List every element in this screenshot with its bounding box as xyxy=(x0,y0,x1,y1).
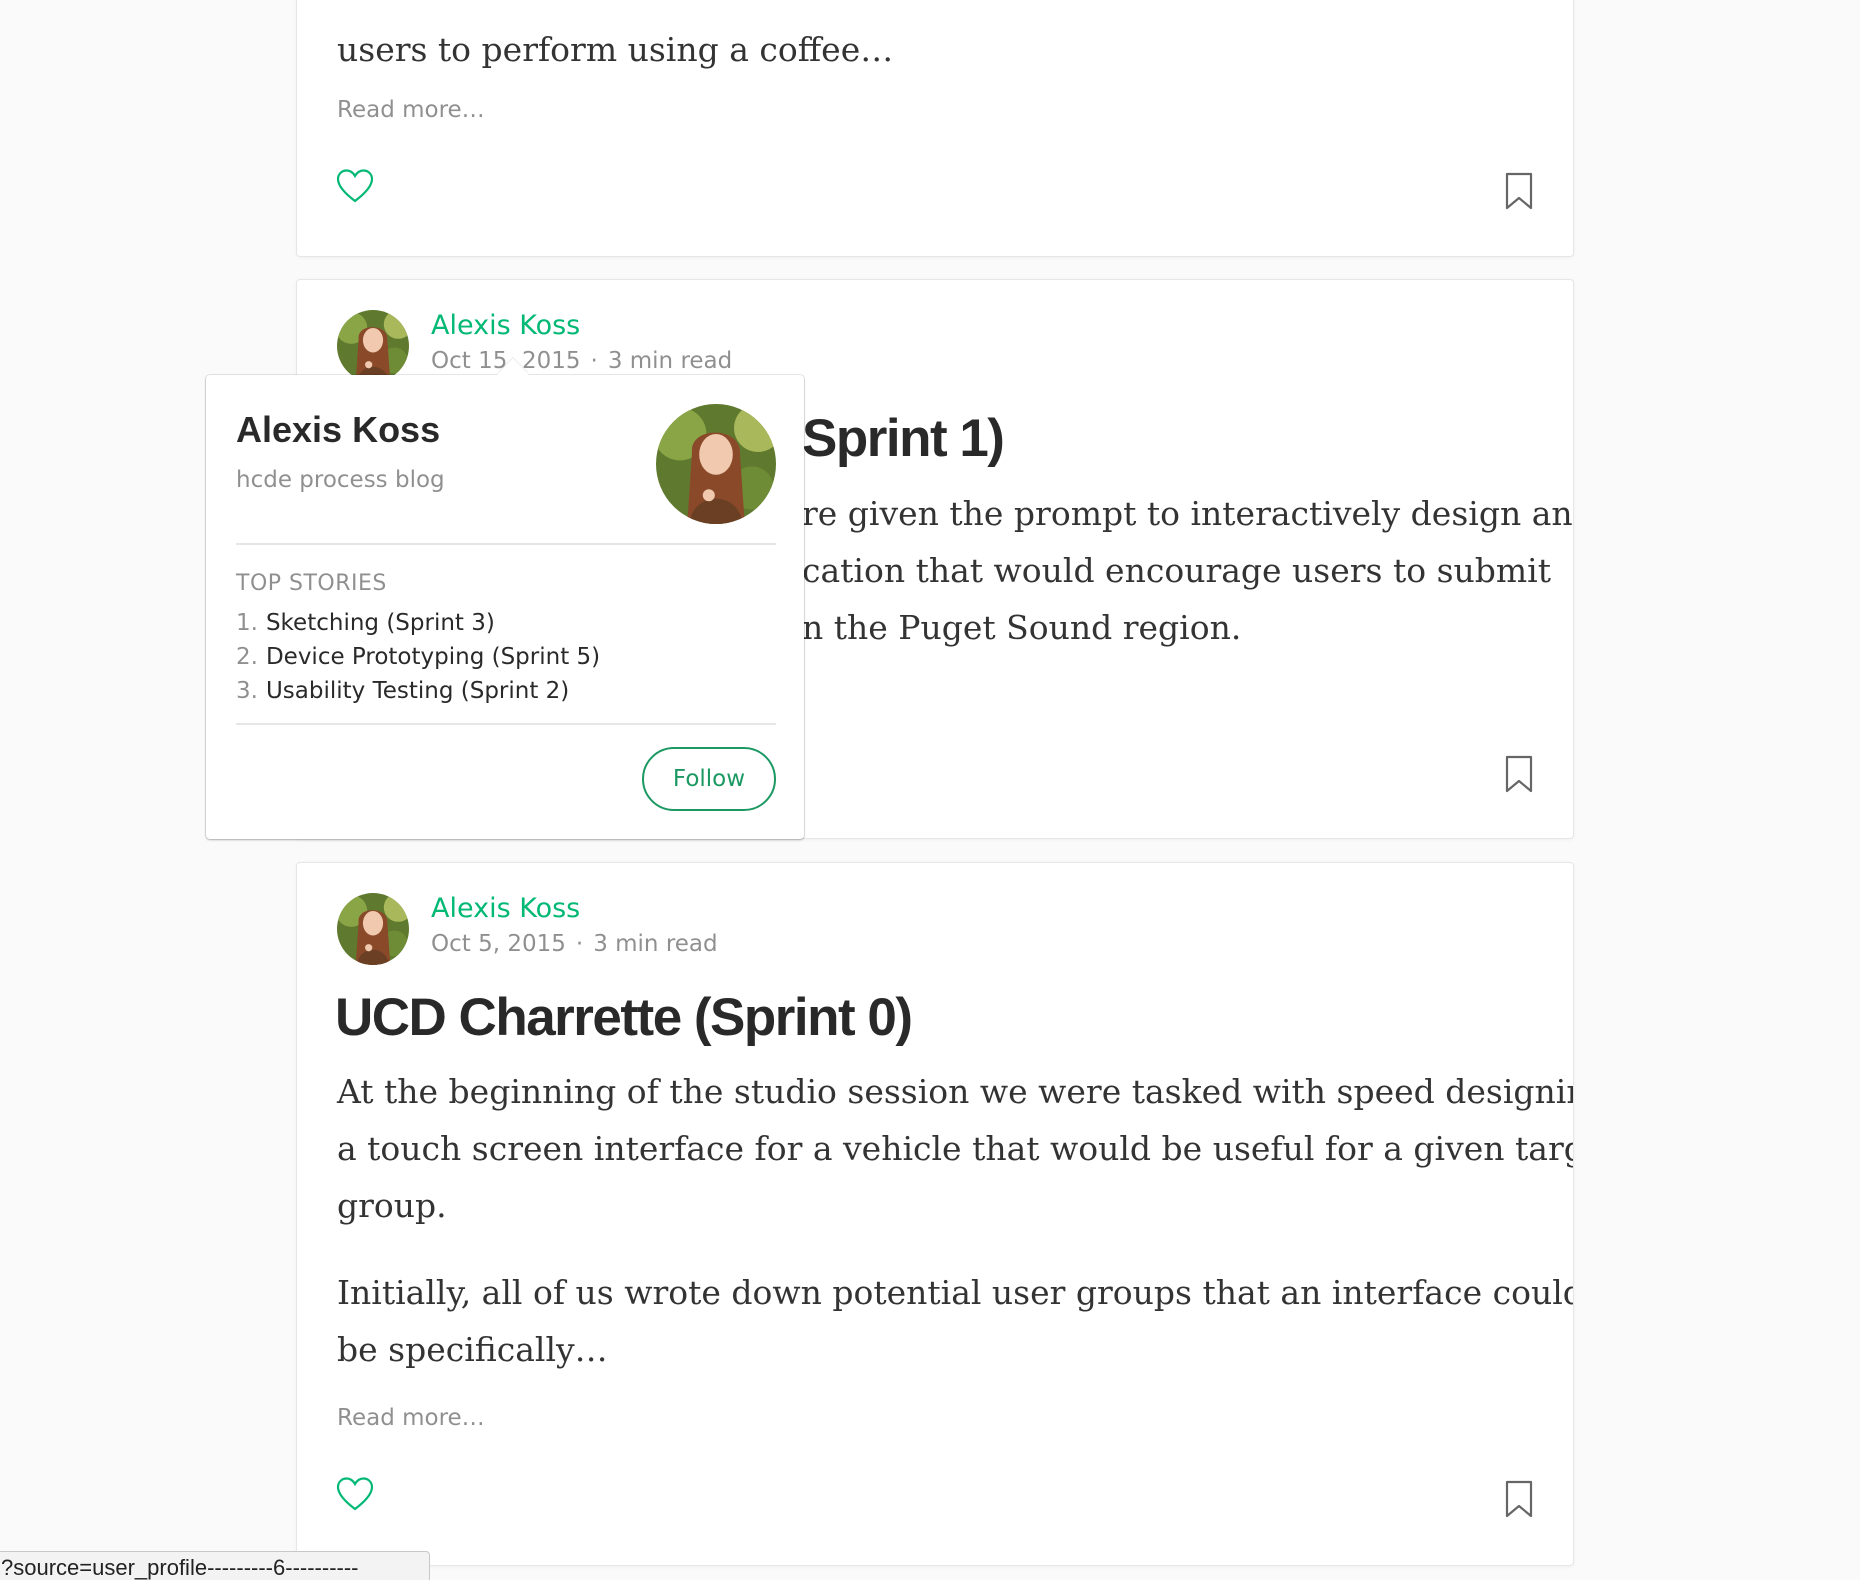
post-excerpt-line-1: At the beginning of the studio session w… xyxy=(337,1072,1574,1111)
post-meta: Oct 15, 2015 · 3 min read xyxy=(431,348,732,374)
heart-icon[interactable] xyxy=(335,1475,375,1515)
heart-icon[interactable] xyxy=(335,167,375,207)
post-title[interactable]: UCD Charrette (Sprint 0) xyxy=(335,987,913,1048)
meta-separator: · xyxy=(575,931,584,957)
divider xyxy=(236,723,776,725)
avatar[interactable] xyxy=(337,310,409,382)
top-story-item[interactable]: 3. Usability Testing (Sprint 2) xyxy=(236,674,600,708)
author-name-link[interactable]: Alexis Koss xyxy=(431,893,580,924)
top-story-item[interactable]: 1. Sketching (Sprint 3) xyxy=(236,606,600,640)
bookmark-icon[interactable] xyxy=(1503,171,1535,211)
top-stories-list: 1. Sketching (Sprint 3) 2. Device Prototyp… xyxy=(236,606,600,708)
post-card: users to perform using a coffee… Read mo… xyxy=(296,0,1574,257)
post-excerpt-line-1: re given the prompt to interactively des… xyxy=(802,494,1574,533)
bookmark-icon[interactable] xyxy=(1503,1479,1535,1519)
post-excerpt: users to perform using a coffee… xyxy=(337,30,894,69)
read-time: 3 min read xyxy=(607,348,733,374)
avatar[interactable] xyxy=(337,893,409,965)
top-story-item[interactable]: 2. Device Prototyping (Sprint 5) xyxy=(236,640,600,674)
story-title[interactable]: Device Prototyping (Sprint 5) xyxy=(266,644,600,670)
read-more-link[interactable]: Read more… xyxy=(337,97,485,123)
popover-author-name[interactable]: Alexis Koss xyxy=(236,409,440,451)
post-title[interactable]: Sprint 1) xyxy=(802,408,1005,469)
author-row: Alexis Koss Oct 5, 2015 · 3 min read xyxy=(337,893,1037,963)
story-title[interactable]: Usability Testing (Sprint 2) xyxy=(266,678,569,704)
post-date: Oct 5, 2015 xyxy=(431,931,566,957)
follow-button[interactable]: Follow xyxy=(642,747,776,811)
post-excerpt-line-2: a touch screen interface for a vehicle t… xyxy=(337,1129,1574,1168)
popover-publication[interactable]: hcde process blog xyxy=(236,467,445,493)
author-row: Alexis Koss Oct 15, 2015 · 3 min read xyxy=(337,310,1037,380)
meta-separator: · xyxy=(590,348,598,374)
top-stories-label: TOP STORIES xyxy=(236,571,387,596)
post-meta: Oct 5, 2015 · 3 min read xyxy=(431,931,718,957)
read-more-link[interactable]: Read more… xyxy=(337,1405,485,1431)
popover-avatar[interactable] xyxy=(656,404,776,524)
post-excerpt-line-4: Initially, all of us wrote down potentia… xyxy=(337,1273,1574,1312)
story-number: 1. xyxy=(236,610,258,636)
author-name-link[interactable]: Alexis Koss xyxy=(431,310,580,341)
author-popover: Alexis Koss hcde process blog TOP STORIE… xyxy=(206,358,804,839)
divider xyxy=(236,543,776,545)
post-excerpt-line-3: group. xyxy=(337,1186,447,1225)
story-title[interactable]: Sketching (Sprint 3) xyxy=(266,610,495,636)
story-number: 2. xyxy=(236,644,258,670)
post-excerpt-line-5: be specifically… xyxy=(337,1330,608,1369)
bookmark-icon[interactable] xyxy=(1503,754,1535,794)
browser-status-bar: ?source=user_profile---------6---------- xyxy=(0,1551,430,1580)
story-number: 3. xyxy=(236,678,258,704)
post-excerpt-line-2: cation that would encourage users to sub… xyxy=(802,551,1551,590)
post-card: Alexis Koss Oct 5, 2015 · 3 min read UCD C… xyxy=(296,862,1574,1566)
read-time: 3 min read xyxy=(593,931,718,957)
post-excerpt-line-3: n the Puget Sound region. xyxy=(802,608,1242,647)
